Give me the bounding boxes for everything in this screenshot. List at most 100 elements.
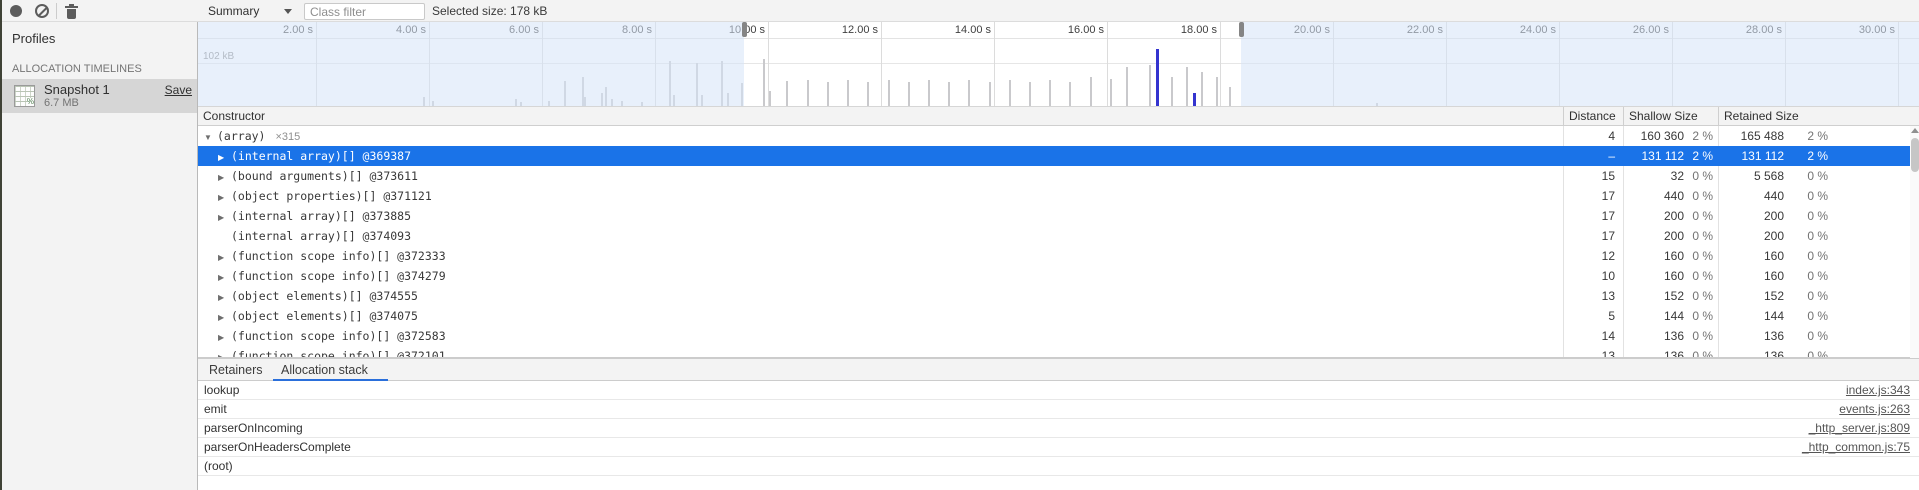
constructor-name: (array) (217, 129, 265, 143)
column-header-retained-size[interactable]: Retained Size (1718, 107, 1910, 126)
clear-icon[interactable] (35, 4, 49, 18)
expand-arrow-icon[interactable]: ▶ (218, 168, 231, 188)
cell-shallow-size: 160 (1623, 246, 1690, 266)
table-row[interactable]: ▶(internal array)[] @373885172000 %2000 … (198, 206, 1919, 226)
cell-shallow-size: 160 360 (1623, 126, 1690, 146)
stack-frame-name: lookup (204, 381, 239, 400)
delete-profile-icon[interactable] (65, 4, 78, 19)
source-link[interactable]: index.js:343 (1846, 381, 1910, 400)
table-row[interactable]: (internal array)[] @374093172000 %2000 % (198, 226, 1919, 246)
column-header-distance[interactable]: Distance (1563, 107, 1623, 126)
cell-retained-size: 440 (1718, 186, 1790, 206)
cell-shallow-percent: 2 % (1690, 146, 1718, 166)
expand-arrow-icon[interactable]: ▶ (218, 208, 231, 228)
cell-shallow-size: 160 (1623, 266, 1690, 286)
cell-shallow-size: 144 (1623, 306, 1690, 326)
allocation-bar (1171, 77, 1173, 107)
stack-frame-row[interactable]: parserOnIncoming_http_server.js:809 (198, 419, 1919, 438)
expand-arrow-icon[interactable]: ▶ (218, 268, 231, 288)
scroll-up-icon[interactable] (1911, 128, 1919, 133)
column-header-constructor[interactable]: Constructor (198, 107, 1563, 126)
cell-shallow-percent: 0 % (1690, 206, 1718, 226)
cell-retained-size: 165 488 (1718, 126, 1790, 146)
cell-shallow-percent: 2 % (1690, 126, 1718, 146)
sidebar-item-snapshot-1[interactable]: % Snapshot 1 6.7 MB Save (2, 79, 197, 113)
cell-constructor: ▼(array) ×315 (198, 126, 300, 146)
grid-scrollbar[interactable] (1910, 126, 1919, 374)
stack-frame-row[interactable]: parserOnHeadersComplete_http_common.js:7… (198, 438, 1919, 457)
allocation-timeline-overview[interactable]: 102 kB 2.00 s4.00 s6.00 s8.00 s10.00 s12… (198, 22, 1919, 107)
heap-grid-header: Constructor Distance Shallow Size Retain… (198, 107, 1919, 126)
timeline-dim-left (198, 22, 744, 107)
cell-shallow-size: 152 (1623, 286, 1690, 306)
expand-arrow-icon[interactable]: ▶ (218, 288, 231, 308)
cell-constructor: ▶(internal array)[] @373885 (198, 206, 411, 226)
table-row[interactable]: ▶(function scope info)[] @374279101600 %… (198, 266, 1919, 286)
table-row[interactable]: ▶(function scope info)[] @372583141360 %… (198, 326, 1919, 346)
expand-arrow-icon[interactable]: ▶ (218, 148, 231, 168)
expand-arrow-icon[interactable]: ▶ (218, 348, 231, 357)
table-row[interactable]: ▶(function scope info)[] @372101131360 %… (198, 346, 1919, 357)
allocation-bar (1090, 77, 1092, 107)
save-link[interactable]: Save (165, 83, 192, 97)
cell-retained-size: 200 (1718, 206, 1790, 226)
selection-handle-left[interactable] (742, 22, 747, 37)
cell-retained-size: 200 (1718, 226, 1790, 246)
constructor-name: (function scope info)[] @372101 (231, 349, 446, 357)
cell-retained-percent: 2 % (1790, 146, 1834, 166)
source-link[interactable]: _http_common.js:75 (1802, 438, 1910, 457)
table-row[interactable]: ▶(object elements)[] @37407551440 %1440 … (198, 306, 1919, 326)
cell-retained-percent: 0 % (1790, 326, 1834, 346)
table-row[interactable]: ▼(array)×3154160 3602 %165 4882 % (198, 126, 1919, 146)
tab-retainers[interactable]: Retainers (209, 359, 263, 381)
instance-count: ×315 (275, 131, 300, 143)
expand-arrow-icon[interactable]: ▶ (218, 248, 231, 268)
expand-arrow-icon[interactable]: ▶ (218, 188, 231, 208)
stack-frame-row[interactable]: lookup index.js:343 (198, 381, 1919, 400)
constructor-name: (internal array)[] @373885 (231, 209, 411, 223)
cell-constructor: ▶(object properties)[] @371121 (198, 186, 432, 206)
expand-arrow-icon[interactable]: ▶ (218, 328, 231, 348)
allocation-bar (1201, 72, 1203, 107)
table-row[interactable]: ▶(bound arguments)[] @37361115320 %5 568… (198, 166, 1919, 186)
source-link[interactable]: events.js:263 (1839, 400, 1910, 419)
cell-distance: 5 (1563, 306, 1623, 326)
table-row[interactable]: ▶(function scope info)[] @372333121600 %… (198, 246, 1919, 266)
allocation-bar (847, 80, 849, 107)
allocation-bar (763, 59, 765, 107)
allocation-timelines-heading: ALLOCATION TIMELINES (12, 63, 142, 75)
expand-arrow-icon[interactable]: ▶ (218, 308, 231, 328)
constructor-name: (object elements)[] @374555 (231, 289, 418, 303)
column-header-shallow-size[interactable]: Shallow Size (1623, 107, 1718, 126)
allocation-bar (1029, 82, 1031, 107)
scrollbar-thumb[interactable] (1911, 138, 1919, 172)
constructor-name: (internal array)[] @369387 (231, 149, 411, 163)
selection-handle-right[interactable] (1239, 22, 1244, 37)
constructor-name: (internal array)[] @374093 (231, 229, 411, 243)
cell-retained-size: 160 (1718, 246, 1790, 266)
tab-allocation-stack[interactable]: Allocation stack (281, 359, 368, 381)
stack-frame-row[interactable]: (root) (198, 457, 1919, 476)
snapshot-title: Snapshot 1 (44, 82, 110, 97)
cell-shallow-size: 200 (1623, 206, 1690, 226)
cell-retained-percent: 0 % (1790, 246, 1834, 266)
allocation-bar (1186, 67, 1188, 107)
table-row[interactable]: ▶(object properties)[] @371121174400 %44… (198, 186, 1919, 206)
allocation-bar (1069, 82, 1071, 107)
table-row[interactable]: ▶(internal array)[] @369387–131 1122 %13… (198, 146, 1919, 166)
cell-retained-percent: 0 % (1790, 206, 1834, 226)
allocation-bar (1049, 80, 1051, 107)
source-link[interactable]: _http_server.js:809 (1809, 419, 1910, 438)
cell-retained-percent: 0 % (1790, 266, 1834, 286)
allocation-bar (807, 80, 809, 107)
table-row[interactable]: ▶(object elements)[] @374555131520 %1520… (198, 286, 1919, 306)
perspective-select[interactable]: Summary (208, 2, 259, 20)
allocation-bar (888, 80, 890, 107)
cell-constructor: ▶(internal array)[] @369387 (198, 146, 411, 166)
collapse-arrow-icon[interactable]: ▼ (204, 128, 217, 148)
stack-frame-row[interactable]: emitevents.js:263 (198, 400, 1919, 419)
allocation-bar-selected (1156, 49, 1159, 107)
class-filter-input[interactable] (304, 3, 425, 20)
cell-constructor: (internal array)[] @374093 (198, 226, 411, 246)
record-icon[interactable] (10, 5, 22, 17)
